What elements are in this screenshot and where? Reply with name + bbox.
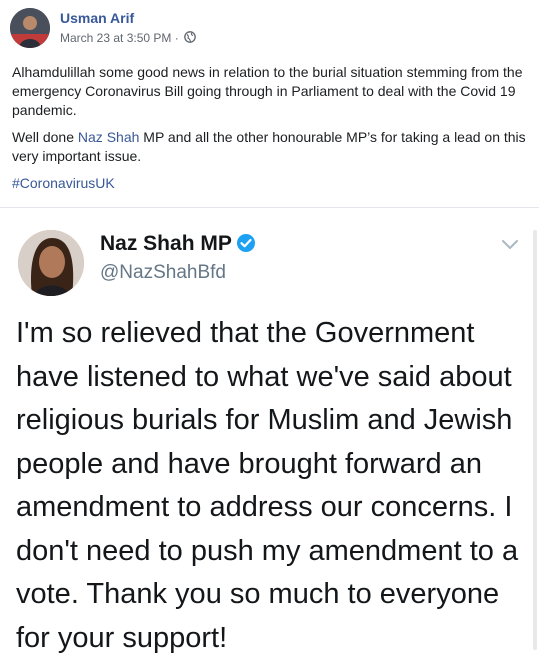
globe-icon xyxy=(184,31,196,46)
hashtag-link[interactable]: #CoronavirusUK xyxy=(12,175,115,191)
tweet-handle: @NazShahBfd xyxy=(100,262,226,283)
tweet-line: have listened to what we've said about xyxy=(16,360,512,393)
tweet-line: I'm so relieved that the Government xyxy=(16,317,475,349)
author-avatar[interactable] xyxy=(10,8,50,48)
facebook-post: Usman Arif March 23 at 3:50 PM · Alhamdu… xyxy=(0,0,539,667)
tweet-line: amendment to address our concerns. I xyxy=(16,491,513,523)
author-name[interactable]: Usman Arif xyxy=(60,10,134,26)
tweet-author-name: Naz Shah MP xyxy=(100,232,256,259)
meta-separator: · xyxy=(174,31,179,45)
post-paragraph: Alhamdulillah some good news in relation… xyxy=(12,64,523,118)
hashtag-paragraph: #CoronavirusUK xyxy=(12,174,532,193)
tweet-line: people and have brought forward an xyxy=(16,447,482,480)
mention-link[interactable]: Naz Shah xyxy=(78,129,139,145)
post-meta: March 23 at 3:50 PM · xyxy=(60,31,196,46)
tweet-line: for your support! xyxy=(16,621,228,654)
post-paragraph: Well done Naz Shah MP and all the other … xyxy=(12,128,532,166)
post-text: Alhamdulillah some good news in relation… xyxy=(12,63,532,201)
scrollbar[interactable] xyxy=(533,230,537,650)
chevron-down-icon xyxy=(500,238,520,257)
paragraph-text: Well done xyxy=(12,129,78,145)
tweet-author-name-text: Naz Shah MP xyxy=(100,232,232,255)
tweet-line: vote. Thank you so much to everyone xyxy=(16,578,500,610)
verified-badge-icon xyxy=(236,233,256,259)
tweet-screenshot: Naz Shah MP @NazShahBfd I'm so relieved … xyxy=(0,208,539,667)
tweet-avatar xyxy=(18,230,84,296)
tweet-line: religious burials for Muslim and Jewish xyxy=(16,404,513,436)
tweet-line: don't need to push my amendment to a xyxy=(16,534,519,567)
post-timestamp[interactable]: March 23 at 3:50 PM xyxy=(60,31,171,45)
tweet-text: I'm so relieved that the Government have… xyxy=(16,312,531,660)
